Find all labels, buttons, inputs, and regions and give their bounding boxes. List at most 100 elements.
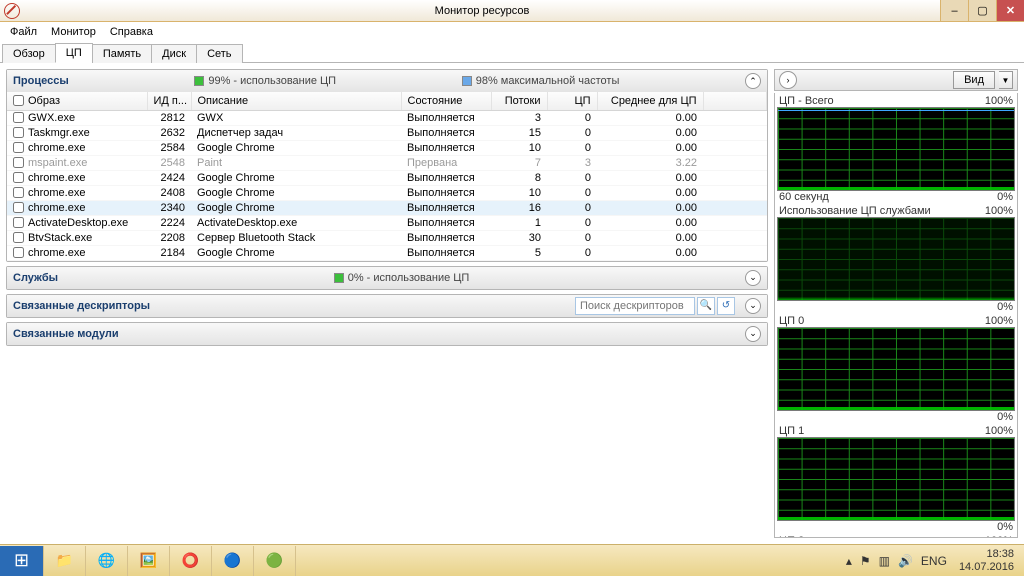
graph-foot-right: 0%	[997, 411, 1013, 423]
tab-cpu[interactable]: ЦП	[55, 43, 93, 63]
table-row[interactable]: chrome.exe2340Google ChromeВыполняется16…	[7, 200, 767, 215]
nav-back-icon[interactable]: ›	[779, 71, 797, 89]
handles-section: Связанные дескрипторы 🔍 ↺ ⌄	[6, 294, 768, 318]
expand-icon[interactable]: ⌄	[745, 326, 761, 342]
tray-lang[interactable]: ENG	[921, 554, 947, 568]
row-checkbox[interactable]	[13, 247, 24, 258]
processes-section: Процессы 99% - использование ЦП 98% макс…	[6, 69, 768, 262]
table-row[interactable]: mspaint.exe2548PaintПрервана733.22	[7, 155, 767, 170]
graph-max: 100%	[985, 535, 1013, 538]
col-cpu[interactable]: ЦП	[547, 92, 597, 110]
row-checkbox[interactable]	[13, 202, 24, 213]
start-button[interactable]: ⊞	[0, 546, 44, 576]
graph-canvas	[777, 437, 1015, 521]
graph-block: ЦП 2 100%	[777, 535, 1015, 538]
col-avg[interactable]: Среднее для ЦП	[597, 92, 703, 110]
system-tray: ▴ ⚑ ▥ 🔊 ENG 18:38 14.07.2016	[840, 548, 1024, 572]
table-row[interactable]: GWX.exe2812GWXВыполняется300.00	[7, 110, 767, 125]
col-threads[interactable]: Потоки	[491, 92, 547, 110]
table-row[interactable]: Taskmgr.exe2632Диспетчер задачВыполняетс…	[7, 125, 767, 140]
menu-file[interactable]: Файл	[4, 24, 43, 40]
graph-block: ЦП 1100%0%	[777, 425, 1015, 533]
graph-max: 100%	[985, 315, 1013, 327]
rightpane-header: › Вид ▼	[774, 69, 1018, 91]
graph-foot-right: 0%	[997, 301, 1013, 313]
table-row[interactable]: chrome.exe2424Google ChromeВыполняется80…	[7, 170, 767, 185]
row-checkbox[interactable]	[13, 142, 24, 153]
row-checkbox[interactable]	[13, 157, 24, 168]
tray-up-icon[interactable]: ▴	[846, 554, 852, 568]
graph-title: ЦП 2	[779, 535, 804, 538]
row-checkbox[interactable]	[13, 232, 24, 243]
graph-foot-left: 60 секунд	[779, 191, 829, 203]
tray-flag-icon[interactable]: ⚑	[860, 554, 871, 568]
tab-memory[interactable]: Память	[92, 44, 152, 63]
table-header-row: Образ ИД п... Описание Состояние Потоки …	[7, 92, 767, 110]
close-button[interactable]: ✕	[996, 0, 1024, 21]
expand-icon[interactable]: ⌄	[745, 270, 761, 286]
col-image[interactable]: Образ	[7, 92, 147, 110]
tab-overview[interactable]: Обзор	[2, 44, 56, 63]
table-row[interactable]: chrome.exe2408Google ChromeВыполняется10…	[7, 185, 767, 200]
tray-network-icon[interactable]: ▥	[879, 554, 890, 568]
tab-network[interactable]: Сеть	[196, 44, 242, 63]
services-header[interactable]: Службы 0% - использование ЦП ⌄	[7, 267, 767, 289]
select-all-checkbox[interactable]	[13, 95, 24, 106]
legend-max-freq: 98% максимальной частоты	[462, 75, 620, 87]
graph-title: Использование ЦП службами	[779, 205, 931, 217]
graph-canvas	[777, 217, 1015, 301]
menu-monitor[interactable]: Монитор	[45, 24, 102, 40]
menu-help[interactable]: Справка	[104, 24, 159, 40]
graph-canvas	[777, 327, 1015, 411]
graph-title: ЦП 0	[779, 315, 804, 327]
clear-search-icon[interactable]: ↺	[717, 297, 735, 315]
tray-clock[interactable]: 18:38 14.07.2016	[955, 548, 1018, 572]
graph-canvas	[777, 107, 1015, 191]
graphs-container: ЦП - Всего100%60 секунд0%Использование Ц…	[774, 93, 1018, 538]
task-app2[interactable]: 🔵	[212, 546, 254, 576]
task-chrome[interactable]: 🌐	[86, 546, 128, 576]
handles-header[interactable]: Связанные дескрипторы 🔍 ↺ ⌄	[7, 295, 767, 317]
expand-icon[interactable]: ⌄	[745, 298, 761, 314]
tab-disk[interactable]: Диск	[151, 44, 197, 63]
titlebar: Монитор ресурсов – ▢ ✕	[0, 0, 1024, 22]
table-row[interactable]: BtvStack.exe2208Сервер Bluetooth StackВы…	[7, 230, 767, 245]
legend-square-icon	[194, 76, 204, 86]
taskbar: ⊞ 📁 🌐 🖼️ ⭕ 🔵 🟢 ▴ ⚑ ▥ 🔊 ENG 18:38 14.07.2…	[0, 544, 1024, 576]
modules-title: Связанные модули	[13, 328, 119, 340]
col-desc[interactable]: Описание	[191, 92, 401, 110]
col-state[interactable]: Состояние	[401, 92, 491, 110]
menubar: Файл Монитор Справка	[0, 22, 1024, 41]
view-button[interactable]: Вид	[953, 71, 995, 89]
minimize-button[interactable]: –	[940, 0, 968, 21]
view-dropdown-icon[interactable]: ▼	[999, 71, 1013, 89]
task-resmon[interactable]: ⭕	[170, 546, 212, 576]
row-checkbox[interactable]	[13, 112, 24, 123]
col-pid[interactable]: ИД п...	[147, 92, 191, 110]
modules-header[interactable]: Связанные модули ⌄	[7, 323, 767, 345]
search-input[interactable]	[575, 297, 695, 315]
row-checkbox[interactable]	[13, 187, 24, 198]
graph-max: 100%	[985, 205, 1013, 217]
graph-block: Использование ЦП службами 100% 0%	[777, 205, 1015, 313]
processes-header[interactable]: Процессы 99% - использование ЦП 98% макс…	[7, 70, 767, 92]
row-checkbox[interactable]	[13, 172, 24, 183]
collapse-icon[interactable]: ⌃	[745, 73, 761, 89]
graph-block: ЦП 0 100% 0%	[777, 315, 1015, 423]
table-row[interactable]: chrome.exe2584Google ChromeВыполняется10…	[7, 140, 767, 155]
window-title: Монитор ресурсов	[24, 5, 940, 17]
task-app3[interactable]: 🟢	[254, 546, 296, 576]
row-checkbox[interactable]	[13, 127, 24, 138]
task-app1[interactable]: 🖼️	[128, 546, 170, 576]
maximize-button[interactable]: ▢	[968, 0, 996, 21]
task-explorer[interactable]: 📁	[44, 546, 86, 576]
processes-title: Процессы	[13, 75, 69, 87]
tray-sound-icon[interactable]: 🔊	[898, 554, 913, 568]
table-row[interactable]: chrome.exe2184Google ChromeВыполняется50…	[7, 245, 767, 260]
table-row[interactable]: ActivateDesktop.exe2224ActivateDesktop.e…	[7, 215, 767, 230]
graph-max: 100%	[985, 425, 1013, 437]
right-pane: › Вид ▼ ЦП - Всего100%60 секунд0%Использ…	[772, 63, 1024, 544]
search-icon[interactable]: 🔍	[697, 297, 715, 315]
legend-square-icon	[334, 273, 344, 283]
row-checkbox[interactable]	[13, 217, 24, 228]
